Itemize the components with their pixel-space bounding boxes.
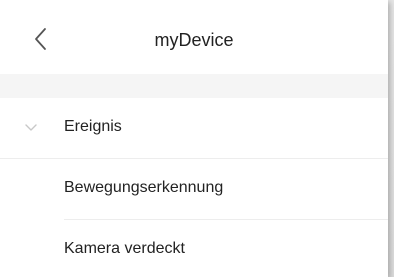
nav-header: myDevice (0, 0, 388, 74)
list-item-label: Bewegungserkennung (64, 179, 224, 196)
list-item-kamera-verdeckt[interactable]: Kamera verdeckt (64, 220, 388, 277)
screen: myDevice Ereignis Bewegungserkennung Kam… (0, 0, 394, 277)
event-list: Ereignis Bewegungserkennung Kamera verde… (0, 98, 388, 277)
page-title: myDevice (154, 30, 234, 50)
group-label: Ereignis (64, 118, 122, 135)
group-row-ereignis[interactable]: Ereignis (0, 98, 388, 159)
list-item-label: Kamera verdeckt (64, 240, 185, 257)
section-gap (0, 74, 388, 98)
chevron-down-icon (25, 124, 37, 131)
list-item-bewegungserkennung[interactable]: Bewegungserkennung (64, 159, 388, 220)
settings-panel: myDevice Ereignis Bewegungserkennung Kam… (0, 0, 388, 277)
